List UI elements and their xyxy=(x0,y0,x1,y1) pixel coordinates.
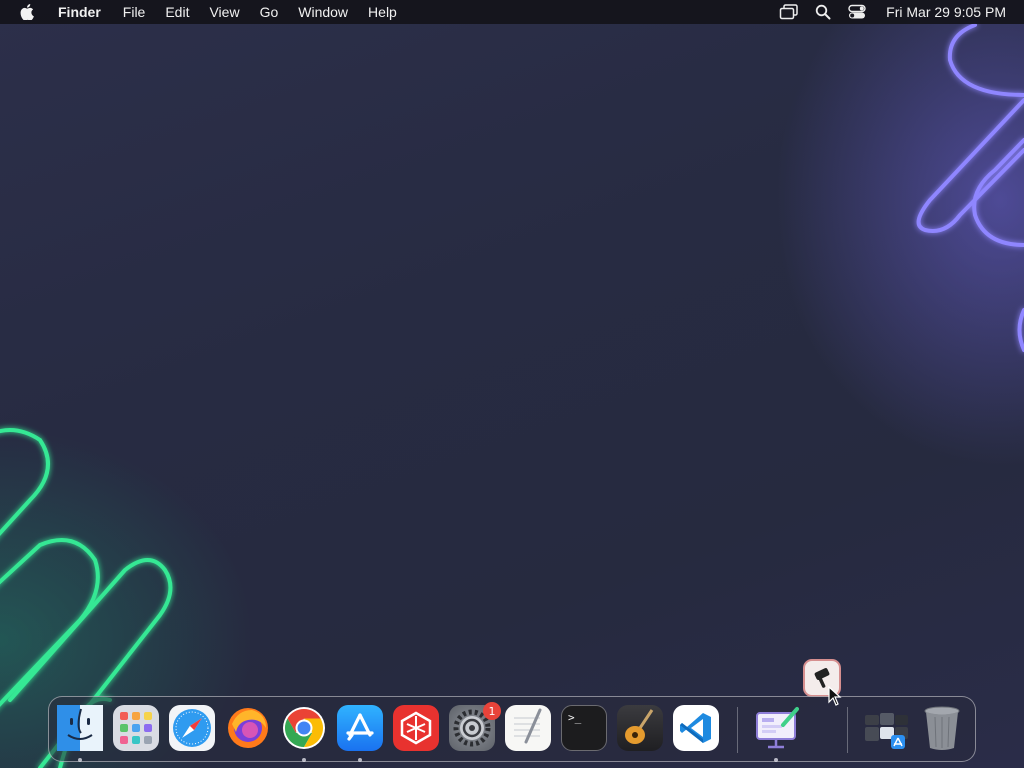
dock-separator xyxy=(847,707,848,753)
wps-office-icon[interactable] xyxy=(393,705,439,751)
notification-badge: 1 xyxy=(483,702,501,720)
menu-window[interactable]: Window xyxy=(288,0,358,24)
terminal-icon[interactable]: >_ xyxy=(561,705,607,751)
screen-mirroring-icon[interactable] xyxy=(778,3,800,21)
safari-icon[interactable] xyxy=(169,705,215,751)
running-indicator xyxy=(358,758,362,762)
vscode-icon[interactable] xyxy=(673,705,719,751)
apple-logo-icon[interactable] xyxy=(18,3,36,21)
mouse-cursor-icon xyxy=(828,686,842,706)
desktop[interactable]: Finder File Edit View Go Window Help Fri… xyxy=(0,0,1024,768)
control-center-icon[interactable] xyxy=(846,3,868,21)
trash-icon[interactable] xyxy=(919,705,965,751)
running-indicator xyxy=(78,758,82,762)
menu-help[interactable]: Help xyxy=(358,0,407,24)
applications-stack-icon[interactable] xyxy=(863,705,909,751)
app-store-icon[interactable] xyxy=(337,705,383,751)
menu-go[interactable]: Go xyxy=(250,0,289,24)
garageband-icon[interactable] xyxy=(617,705,663,751)
menu-file[interactable]: File xyxy=(113,0,156,24)
terminal-prompt: >_ xyxy=(568,711,582,724)
menu-view[interactable]: View xyxy=(199,0,249,24)
finder-icon[interactable] xyxy=(57,705,103,751)
textedit-icon[interactable] xyxy=(505,705,551,751)
system-settings-icon[interactable]: 1 xyxy=(449,702,501,751)
running-indicator xyxy=(774,758,778,762)
running-indicator xyxy=(302,758,306,762)
firefox-icon[interactable] xyxy=(225,705,271,751)
chrome-icon[interactable] xyxy=(281,705,327,751)
menu-app-finder[interactable]: Finder xyxy=(50,0,113,24)
launchpad-icon[interactable] xyxy=(113,705,159,751)
spotlight-search-icon[interactable] xyxy=(812,3,834,21)
menu-edit[interactable]: Edit xyxy=(155,0,199,24)
dock-separator xyxy=(737,707,738,753)
menu-bar: Finder File Edit View Go Window Help Fri… xyxy=(0,0,1024,24)
menu-clock[interactable]: Fri Mar 29 9:05 PM xyxy=(886,4,1006,20)
presentation-app-icon[interactable] xyxy=(753,705,799,751)
wallpaper-decoration xyxy=(0,23,1024,768)
